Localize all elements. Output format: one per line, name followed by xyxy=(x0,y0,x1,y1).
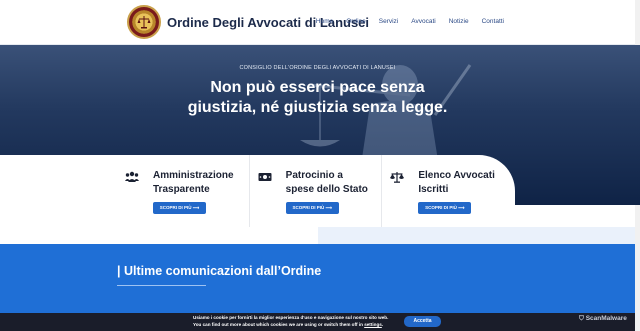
cookie-bar: Usiamo i cookie per fornirti la miglior … xyxy=(0,313,635,331)
card-elenco-avvocati: Elenco Avvocati Iscritti SCOPRI DI PIÙ ⟶ xyxy=(382,155,515,227)
card-title-line-2: Iscritti xyxy=(418,184,449,195)
cookie-line-2-end: . xyxy=(381,321,384,327)
site-header: Ordine Degli Avvocati di Lanusei Home Or… xyxy=(0,0,640,45)
scopri-button-patrocinio[interactable]: SCOPRI DI PIÙ ⟶ xyxy=(285,202,339,214)
accept-cookies-button[interactable]: Accetta xyxy=(404,316,441,327)
card-title[interactable]: Elenco Avvocati Iscritti xyxy=(418,169,513,197)
card-patrocinio: Patrocinio a spese dello Stato SCOPRI DI… xyxy=(250,155,383,227)
card-title-line-1: Patrocinio a xyxy=(285,170,343,181)
main-nav: Home Ordine Servizi Avvocati Notizie Con… xyxy=(316,18,504,25)
users-icon xyxy=(125,171,139,182)
card-title-line-2: Trasparente xyxy=(153,184,210,195)
balance-scale-icon xyxy=(390,172,405,183)
cookie-line-2: You can find out more about which cookie… xyxy=(193,322,388,329)
news-section: | Ultime comunicazioni dall’Ordine xyxy=(0,244,635,314)
section-title: | Ultime comunicazioni dall’Ordine xyxy=(117,264,322,278)
card-title-line-1: Elenco Avvocati xyxy=(418,170,495,181)
cookie-line-2-text: You can find out more about which cookie… xyxy=(193,321,365,327)
cookie-settings-link[interactable]: settings xyxy=(364,322,382,327)
card-amministrazione-trasparente: Amministrazione Trasparente SCOPRI DI PI… xyxy=(117,155,250,227)
nav-servizi[interactable]: Servizi xyxy=(379,18,399,25)
nav-notizie[interactable]: Notizie xyxy=(449,18,469,25)
scales-icon xyxy=(137,16,151,29)
nav-contatti[interactable]: Contatti xyxy=(482,18,504,25)
scopri-button-amministrazione[interactable]: SCOPRI DI PIÙ ⟶ xyxy=(153,202,206,214)
watermark: ⛉ ScanMalware xyxy=(579,315,627,323)
nav-home[interactable]: Home xyxy=(316,18,333,25)
card-title[interactable]: Amministrazione Trasparente xyxy=(153,169,248,197)
nav-avvocati[interactable]: Avvocati xyxy=(411,18,435,25)
cards-left-spacer xyxy=(0,155,117,230)
hero-overline: CONSIGLIO DELL'ORDINE DEGLI AVVOCATI DI … xyxy=(239,65,396,71)
shield-icon: ⛉ xyxy=(579,315,584,322)
nav-ordine[interactable]: Ordine xyxy=(346,18,366,25)
hero-quote-line-2: giustizia, né giustizia senza legge. xyxy=(187,99,448,116)
section-divider xyxy=(117,285,206,286)
card-title-line-2: spese dello Stato xyxy=(285,184,368,195)
watermark-text: ScanMalware xyxy=(585,315,627,322)
hero-quote-line-1: Non può esserci pace senza xyxy=(210,79,425,96)
card-title-line-1: Amministrazione xyxy=(153,170,234,181)
light-band xyxy=(318,227,635,244)
card-title[interactable]: Patrocinio a spese dello Stato xyxy=(286,169,381,197)
cookie-message: Usiamo i cookie per fornirti la miglior … xyxy=(193,315,388,328)
site-logo[interactable] xyxy=(127,5,161,39)
feature-cards: Amministrazione Trasparente SCOPRI DI PI… xyxy=(117,155,515,227)
hero-quote: Non può esserci pace senza giustizia, né… xyxy=(0,78,635,118)
scopri-button-elenco[interactable]: SCOPRI DI PIÙ ⟶ xyxy=(418,202,472,214)
money-bill-icon xyxy=(258,173,272,181)
